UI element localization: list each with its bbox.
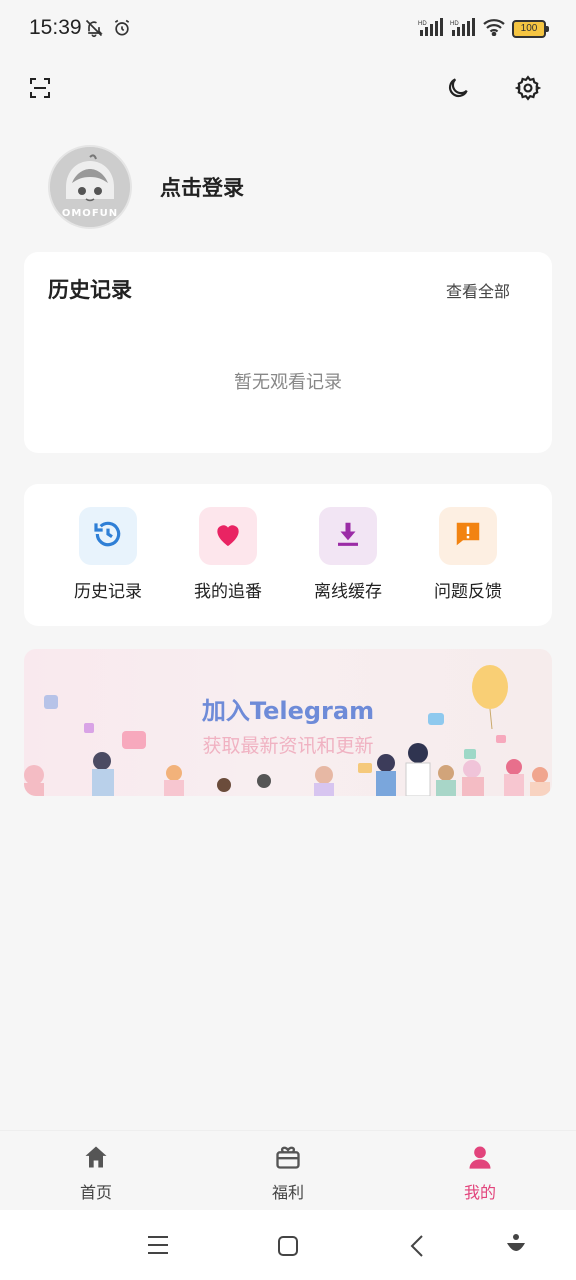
settings-button[interactable]	[508, 70, 548, 110]
status-bar: 15:39 HD HD 100	[0, 0, 576, 60]
nav-label-home: 首页	[79, 1183, 112, 1202]
assistant-icon[interactable]	[504, 1232, 528, 1262]
gear-icon	[514, 75, 542, 105]
top-actions	[0, 70, 576, 110]
view-all-link[interactable]: 查看全部	[446, 278, 510, 302]
history-empty-text: 暂无观看记录	[234, 372, 342, 393]
quick-item-feedback[interactable]: 问题反馈	[408, 507, 528, 602]
svg-text:HD: HD	[450, 21, 459, 27]
nav-item-home[interactable]: 首页	[46, 1143, 146, 1203]
battery-indicator: 100	[512, 20, 549, 38]
avatar-logo-text: OMOFUN	[61, 208, 119, 219]
banner-title: 加入Telegram	[201, 697, 375, 725]
alarm-icon	[112, 18, 132, 42]
download-icon	[333, 519, 363, 553]
svg-text:HD: HD	[418, 21, 427, 27]
back-icon[interactable]	[408, 1234, 428, 1262]
nav-item-mine[interactable]: 我的	[430, 1143, 530, 1203]
bell-off-icon	[84, 18, 104, 42]
quick-item-label: 离线缓存	[314, 582, 382, 602]
quick-item-history[interactable]: 历史记录	[48, 507, 168, 602]
bottom-nav: 首页 福利 我的	[0, 1130, 576, 1211]
quick-item-downloads[interactable]: 离线缓存	[288, 507, 408, 602]
person-icon	[465, 1146, 495, 1175]
quick-item-label: 我的追番	[194, 582, 262, 602]
dark-mode-button[interactable]	[438, 70, 478, 110]
history-icon	[92, 518, 124, 554]
menu-icon[interactable]	[146, 1234, 170, 1260]
home-square-icon[interactable]	[276, 1234, 300, 1262]
history-card: 历史记录 查看全部 暂无观看记录	[24, 252, 552, 453]
signal-icon: HD	[418, 18, 444, 40]
quick-actions-card: 历史记录 我的追番 离线缓存 问题反馈	[24, 484, 552, 626]
banner-subtitle: 获取最新资讯和更新	[202, 735, 374, 757]
quick-item-label: 问题反馈	[434, 582, 502, 602]
login-label[interactable]: 点击登录	[160, 172, 244, 202]
telegram-banner[interactable]: 加入Telegram 获取最新资讯和更新	[24, 649, 552, 796]
quick-item-label: 历史记录	[74, 582, 142, 602]
nav-item-welfare[interactable]: 福利	[238, 1143, 338, 1203]
nav-label-welfare: 福利	[271, 1183, 304, 1202]
gift-icon	[273, 1146, 303, 1175]
quick-item-favorites[interactable]: 我的追番	[168, 507, 288, 602]
signal-icon-2: HD	[450, 18, 476, 40]
moon-icon	[445, 75, 471, 105]
scan-button[interactable]	[20, 70, 60, 110]
heart-icon	[212, 518, 244, 554]
status-time: 15:39	[29, 16, 82, 39]
profile-section[interactable]: OMOFUN 点击登录	[48, 145, 244, 229]
nav-label-mine: 我的	[463, 1183, 496, 1202]
scan-icon	[28, 76, 52, 104]
history-title: 历史记录	[48, 278, 132, 302]
avatar[interactable]: OMOFUN	[48, 145, 132, 229]
system-nav-bar	[0, 1210, 576, 1280]
feedback-icon	[453, 519, 483, 553]
home-icon	[81, 1146, 111, 1175]
wifi-icon	[482, 18, 506, 40]
